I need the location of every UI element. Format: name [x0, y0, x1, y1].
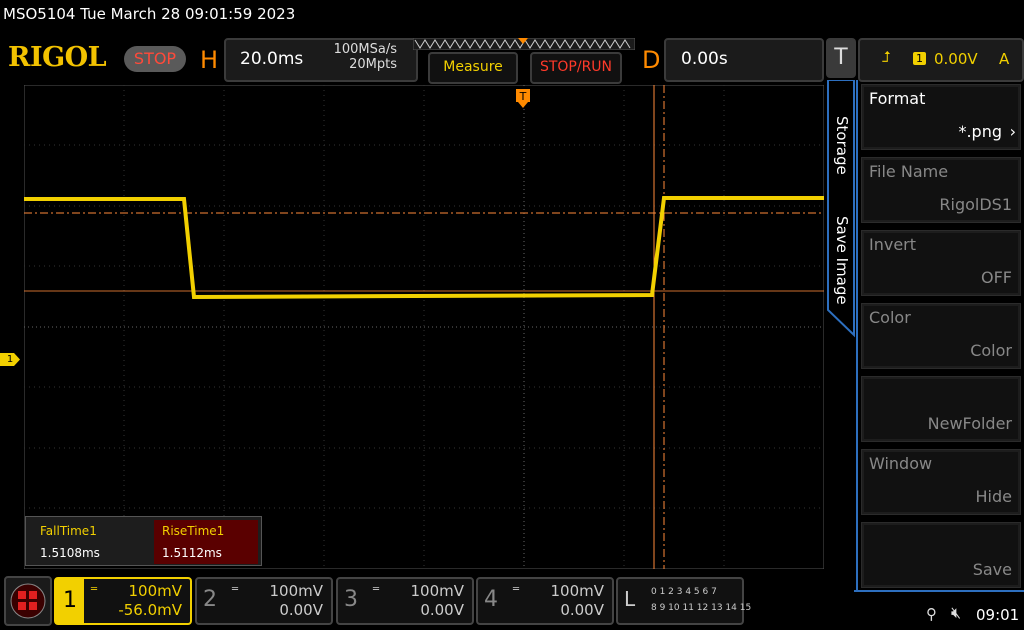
chevron-right-icon: › — [1009, 122, 1016, 141]
menu-item-color[interactable]: Color Color — [861, 303, 1021, 369]
trigger-label[interactable]: T — [826, 38, 856, 78]
waveform-display[interactable] — [24, 85, 824, 569]
stop-run-button[interactable]: STOP/RUN — [530, 52, 622, 84]
invert-title: Invert — [869, 235, 917, 254]
channel-2-offset: 0.00V — [279, 601, 323, 619]
channel-1-scale: 100mV — [128, 582, 182, 600]
svg-text:T: T — [519, 90, 527, 103]
falltime-value: 1.5108ms — [40, 546, 100, 560]
dc-coupling-icon: ═ — [513, 584, 519, 595]
measure-button[interactable]: Measure — [428, 52, 518, 84]
rigol-logo: RIGOL — [8, 42, 107, 73]
trigger-position-marker[interactable]: T — [516, 89, 530, 109]
channel-3-number: 3 — [344, 587, 358, 612]
filename-value: RigolDS1 — [939, 195, 1012, 214]
tab-save-image: Save Image — [833, 216, 851, 305]
trigger-level: 0.00V — [934, 50, 978, 68]
falltime-label: FallTime1 — [40, 524, 97, 538]
logic-label: L — [624, 587, 636, 611]
window-value: Hide — [975, 487, 1012, 506]
filename-title: File Name — [869, 162, 949, 181]
clock: 09:01 — [976, 606, 1020, 624]
channel-3-scale: 100mV — [410, 582, 464, 600]
sample-rate: 100MSa/s — [333, 42, 397, 57]
logic-row-1: 0 1 2 3 4 5 6 7 — [651, 587, 717, 597]
trigger-mode: A — [999, 50, 1010, 68]
menu-item-save[interactable]: Save — [861, 522, 1021, 588]
dc-coupling-icon: ═ — [91, 584, 97, 595]
channel-2-panel[interactable]: 2 ═ 100mV 0.00V — [195, 577, 333, 625]
usb-icon: ⚲ — [926, 605, 937, 623]
invert-value: OFF — [981, 268, 1012, 287]
channel-3-panel[interactable]: 3 ═ 100mV 0.00V — [336, 577, 474, 625]
logic-analyzer-panel[interactable]: L 0 1 2 3 4 5 6 7 8 9 10 11 12 13 14 15 — [616, 577, 751, 625]
risetime-value: 1.5112ms — [154, 542, 258, 564]
channel-1-offset: -56.0mV — [118, 601, 182, 619]
memory-overview-strip — [413, 38, 635, 50]
tab-storage: Storage — [833, 116, 851, 175]
color-title: Color — [869, 308, 911, 327]
trigger-source-badge: 1 — [913, 52, 926, 65]
menu-tab-strip[interactable]: Storage Save Image — [826, 80, 856, 340]
dc-coupling-icon: ═ — [232, 584, 238, 595]
memory-depth: 20Mpts — [349, 57, 397, 72]
ch1-offset-marker[interactable]: 1 — [0, 353, 20, 366]
save-value: Save — [972, 560, 1012, 579]
channel-2-scale: 100mV — [269, 582, 323, 600]
menu-item-format[interactable]: Format *.png › — [861, 84, 1021, 150]
horizontal-label: H — [200, 46, 219, 74]
sample-rate-info: 100MSa/s 20Mpts — [300, 42, 397, 72]
grid-menu-icon — [10, 583, 46, 619]
delay-value: 0.00s — [681, 49, 728, 69]
channel-4-number: 4 — [484, 587, 498, 612]
menu-bottom-border — [854, 590, 1024, 592]
menu-item-invert[interactable]: Invert OFF — [861, 230, 1021, 296]
channel-2-number: 2 — [203, 587, 217, 612]
newfolder-value: NewFolder — [927, 414, 1012, 433]
channel-1-number: 1 — [56, 579, 84, 623]
speaker-muted-icon[interactable]: 🔇︎ — [951, 603, 961, 623]
channel-4-scale: 100mV — [550, 582, 604, 600]
format-value: *.png — [958, 122, 1002, 141]
window-title-label: Window — [869, 454, 933, 473]
rising-edge-icon: ⮥ — [882, 48, 891, 66]
risetime-label: RiseTime1 — [154, 520, 258, 542]
ch1-marker-label: 1 — [6, 354, 14, 365]
delay-label: D — [642, 46, 661, 74]
channel-3-offset: 0.00V — [420, 601, 464, 619]
menu-divider — [856, 80, 858, 592]
channel-4-offset: 0.00V — [560, 601, 604, 619]
timebase-value: 20.0ms — [240, 49, 304, 69]
format-title: Format — [869, 89, 926, 108]
menu-item-filename[interactable]: File Name RigolDS1 — [861, 157, 1021, 223]
logic-row-2: 8 9 10 11 12 13 14 15 — [651, 603, 752, 613]
home-button[interactable] — [4, 576, 52, 626]
dc-coupling-icon: ═ — [373, 584, 379, 595]
menu-item-window[interactable]: Window Hide — [861, 449, 1021, 515]
window-title: MSO5104 Tue March 28 09:01:59 2023 — [3, 5, 296, 23]
color-value: Color — [970, 341, 1012, 360]
menu-item-newfolder[interactable]: NewFolder — [861, 376, 1021, 442]
channel-1-panel[interactable]: 1 ═ 100mV -56.0mV — [54, 577, 192, 625]
channel-4-panel[interactable]: 4 ═ 100mV 0.00V — [476, 577, 614, 625]
run-state-badge[interactable]: STOP — [124, 46, 186, 72]
